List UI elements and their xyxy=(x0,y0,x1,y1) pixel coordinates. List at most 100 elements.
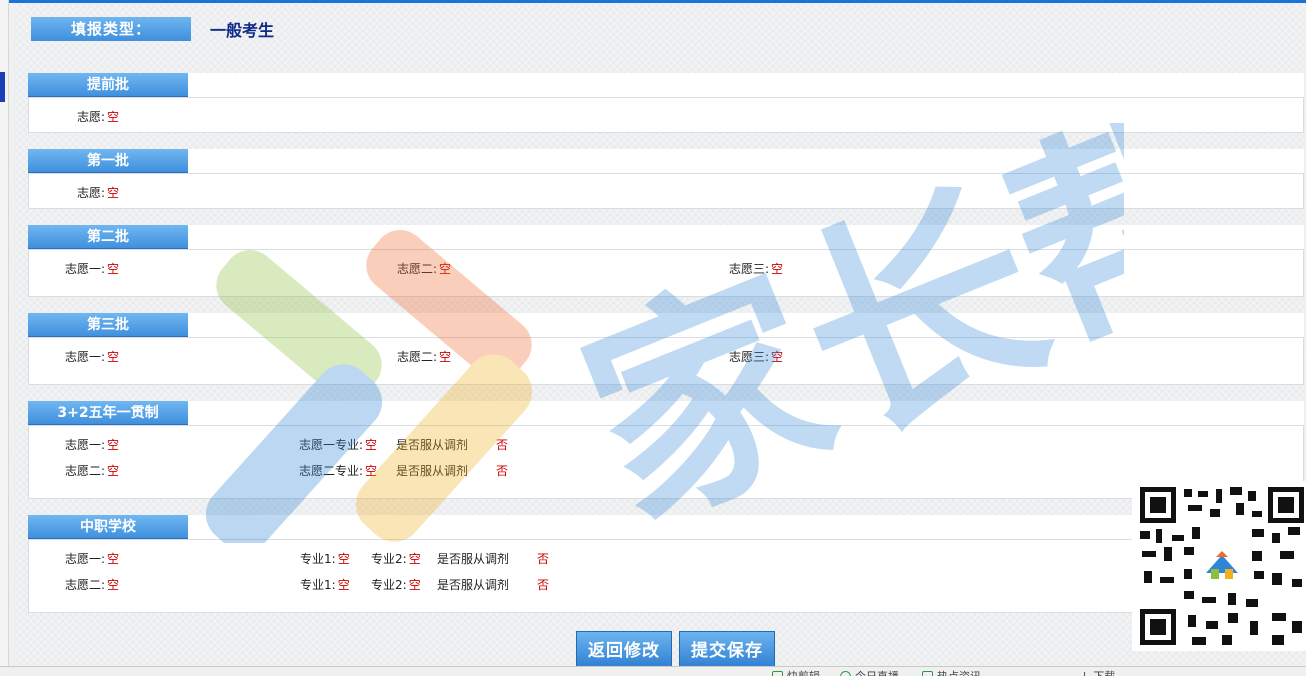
left-rail xyxy=(0,0,9,666)
section-second-batch: 第二批 志愿一: 空 志愿二: 空 志愿三: 空 xyxy=(28,225,1304,297)
taskbar-label: 热点资讯 xyxy=(937,668,981,676)
news-icon xyxy=(922,670,933,676)
choice-2: 志愿二: 空 xyxy=(397,260,451,276)
left-rail-marker xyxy=(0,72,5,102)
adjust-row-1: 是否服从调剂 xyxy=(396,436,468,452)
taskbar-label: 今日直播 xyxy=(855,668,899,676)
choice-3: 志愿三: 空 xyxy=(729,260,783,276)
section-body: 志愿一: 空 志愿一专业: 空 是否服从调剂 否 志愿二: 空 志愿二专业: 空 xyxy=(28,425,1304,499)
section-third-batch: 第三批 志愿一: 空 志愿二: 空 志愿三: 空 xyxy=(28,313,1304,385)
section-header: 3+2五年一贯制 xyxy=(28,401,1304,425)
major2-row-2: 专业2: 空 xyxy=(371,576,421,592)
major2-label: 专业2: xyxy=(371,577,407,592)
section-title: 提前批 xyxy=(28,73,188,97)
form-type-value: 一般考生 xyxy=(210,21,275,40)
choice-value: 空 xyxy=(107,551,120,566)
choice-label: 志愿一: xyxy=(65,551,106,566)
choice-label: 志愿: xyxy=(77,185,106,200)
choice-label: 志愿二: xyxy=(65,577,106,592)
back-edit-button[interactable]: 返回修改 xyxy=(576,631,672,669)
section-title: 第二批 xyxy=(28,225,188,249)
section-first-batch: 第一批 志愿: 空 xyxy=(28,149,1304,209)
major-value: 空 xyxy=(365,437,378,452)
section-five-year: 3+2五年一贯制 志愿一: 空 志愿一专业: 空 是否服从调剂 否 志愿二: 空 xyxy=(28,401,1304,499)
bottom-status-bar: 快剪辑 今日直播 热点资讯 ↓ 下载 xyxy=(0,666,1306,676)
adjust-value: 否 xyxy=(496,437,509,452)
taskbar-item-download[interactable]: ↓ 下载 xyxy=(1080,668,1115,676)
adjust-label: 是否服从调剂 xyxy=(396,463,469,478)
qr-code xyxy=(1132,481,1306,651)
section-early-batch: 提前批 志愿: 空 xyxy=(28,73,1304,133)
choice-label: 志愿二: xyxy=(397,261,438,276)
adjust-value-1: 否 xyxy=(537,550,549,566)
download-icon: ↓ xyxy=(1080,669,1090,676)
major2-label: 专业2: xyxy=(371,551,407,566)
major2-value: 空 xyxy=(408,577,421,592)
choice-value: 空 xyxy=(107,349,120,364)
taskbar-item-news[interactable]: 热点资讯 xyxy=(922,668,981,676)
action-buttons: 返回修改 提交保存 xyxy=(576,631,775,669)
major-label: 志愿一专业: xyxy=(299,437,364,452)
choice-row-2: 志愿二: 空 xyxy=(65,576,119,592)
choice-label: 志愿: xyxy=(77,109,106,124)
choice-label: 志愿三: xyxy=(729,349,770,364)
choice-1: 志愿一: 空 xyxy=(65,348,119,364)
section-header: 提前批 xyxy=(28,73,1304,97)
section-body: 志愿一: 空 志愿二: 空 志愿三: 空 xyxy=(28,337,1304,385)
adjust-label: 是否服从调剂 xyxy=(396,437,469,452)
form-type-row: 填报类型： 一般考生 xyxy=(31,17,274,41)
adjust-value-1: 否 xyxy=(496,436,508,452)
choice-value: 空 xyxy=(439,261,452,276)
form-type-label: 填报类型： xyxy=(31,17,191,41)
taskbar-label: 下载 xyxy=(1093,668,1115,676)
major-value: 空 xyxy=(365,463,378,478)
choice-value: 空 xyxy=(107,577,120,592)
major-row-2: 志愿二专业: 空 xyxy=(299,462,377,478)
adjust-value: 否 xyxy=(496,463,509,478)
choice-label: 志愿二: xyxy=(397,349,438,364)
section-title: 第三批 xyxy=(28,313,188,337)
choice-row-2: 志愿二: 空 xyxy=(65,462,119,478)
major-label: 志愿二专业: xyxy=(299,463,364,478)
choice-2: 志愿二: 空 xyxy=(397,348,451,364)
major1-value: 空 xyxy=(337,551,350,566)
choice-value: 空 xyxy=(107,463,120,478)
section-title: 中职学校 xyxy=(28,515,188,539)
choice-value: 空 xyxy=(439,349,452,364)
choice-label: 志愿一: xyxy=(65,261,106,276)
choice-value: 空 xyxy=(107,185,120,200)
choice-value: 空 xyxy=(107,261,120,276)
section-body: 志愿: 空 xyxy=(28,173,1304,209)
submit-save-button[interactable]: 提交保存 xyxy=(679,631,775,669)
major1-row-1: 专业1: 空 xyxy=(300,550,350,566)
major1-label: 专业1: xyxy=(300,551,336,566)
section-title: 3+2五年一贯制 xyxy=(28,401,188,425)
adjust-row-2: 是否服从调剂 xyxy=(437,576,509,592)
choice-label: 志愿一: xyxy=(65,437,106,452)
choice-label: 志愿二: xyxy=(65,463,106,478)
choice-value: 空 xyxy=(771,349,784,364)
choice-value: 空 xyxy=(107,437,120,452)
adjust-label: 是否服从调剂 xyxy=(437,577,510,592)
adjust-row-2: 是否服从调剂 xyxy=(396,462,468,478)
choice-1: 志愿一: 空 xyxy=(65,260,119,276)
taskbar-label: 快剪辑 xyxy=(787,668,820,676)
major2-row-1: 专业2: 空 xyxy=(371,550,421,566)
taskbar-item-live[interactable]: 今日直播 xyxy=(840,668,899,676)
adjust-value: 否 xyxy=(537,577,550,592)
major1-label: 专业1: xyxy=(300,577,336,592)
adjust-value-2: 否 xyxy=(496,462,508,478)
choice-row-1: 志愿一: 空 xyxy=(65,436,119,452)
section-body: 志愿: 空 xyxy=(28,97,1304,133)
section-body: 志愿一: 空 专业1: 空 专业2: 空 是否服从调剂 否 志愿二: 空 专业1… xyxy=(28,539,1304,613)
adjust-row-1: 是否服从调剂 xyxy=(437,550,509,566)
taskbar-item-quick-edit[interactable]: 快剪辑 xyxy=(772,668,820,676)
choice-row-1: 志愿一: 空 xyxy=(65,550,119,566)
choice-label: 志愿一: xyxy=(65,349,106,364)
major1-row-2: 专业1: 空 xyxy=(300,576,350,592)
section-title: 第一批 xyxy=(28,149,188,173)
section-header: 第一批 xyxy=(28,149,1304,173)
adjust-value-2: 否 xyxy=(537,576,549,592)
major-row-1: 志愿一专业: 空 xyxy=(299,436,377,452)
choice-row: 志愿: 空 xyxy=(77,108,119,124)
